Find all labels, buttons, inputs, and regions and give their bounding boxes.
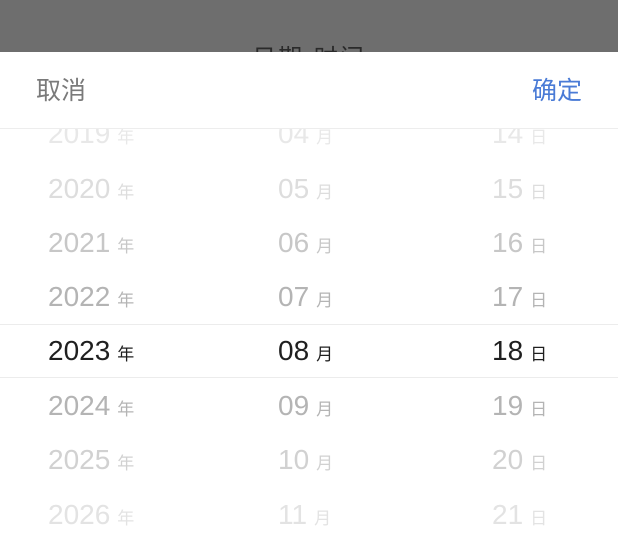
day-value: 19 bbox=[492, 390, 524, 421]
year-value: 2025 bbox=[48, 444, 111, 475]
month-value: 08 bbox=[278, 335, 310, 366]
month-unit: 月 bbox=[316, 345, 334, 365]
day-value: 16 bbox=[492, 227, 524, 258]
month-option-selected[interactable]: 08 月 bbox=[278, 324, 333, 378]
day-value: 15 bbox=[492, 173, 524, 204]
backdrop-overlay: 日期 时间 bbox=[0, 0, 618, 52]
day-value: 17 bbox=[492, 281, 524, 312]
year-option[interactable]: 2021 年 bbox=[48, 216, 134, 270]
day-value: 18 bbox=[492, 335, 524, 366]
year-unit: 年 bbox=[117, 509, 135, 529]
year-option[interactable]: 2020 年 bbox=[48, 162, 134, 216]
day-option[interactable]: 14 日 bbox=[492, 129, 547, 161]
year-option-selected[interactable]: 2023 年 bbox=[48, 324, 134, 378]
confirm-button[interactable]: 确定 bbox=[532, 73, 582, 109]
day-value: 14 bbox=[492, 129, 524, 149]
year-unit: 年 bbox=[117, 291, 135, 311]
year-value: 2021 bbox=[48, 227, 111, 258]
month-option[interactable]: 09 月 bbox=[278, 379, 333, 433]
day-unit: 日 bbox=[530, 183, 548, 203]
year-option[interactable]: 2025 年 bbox=[48, 433, 134, 487]
day-unit: 日 bbox=[530, 291, 548, 311]
day-unit: 日 bbox=[530, 345, 548, 365]
month-unit: 月 bbox=[316, 454, 334, 474]
year-value: 2026 bbox=[48, 499, 111, 530]
year-option[interactable]: 2022 年 bbox=[48, 270, 134, 324]
month-wheel[interactable]: 04 月 05 月 06 月 07 月 08 月 09 月 10 月 11 月 bbox=[206, 129, 412, 538]
month-option[interactable]: 11 月 bbox=[278, 488, 331, 538]
year-value: 2022 bbox=[48, 281, 111, 312]
year-unit: 年 bbox=[117, 183, 135, 203]
day-value: 20 bbox=[492, 444, 524, 475]
cancel-button[interactable]: 取消 bbox=[36, 73, 86, 109]
year-value: 2024 bbox=[48, 390, 111, 421]
day-unit: 日 bbox=[530, 237, 548, 257]
day-value: 21 bbox=[492, 499, 524, 530]
month-option[interactable]: 05 月 bbox=[278, 162, 333, 216]
year-option[interactable]: 2026 年 bbox=[48, 488, 134, 538]
year-unit: 年 bbox=[117, 454, 135, 474]
month-value: 07 bbox=[278, 281, 310, 312]
year-value: 2020 bbox=[48, 173, 111, 204]
year-unit: 年 bbox=[117, 400, 135, 420]
month-value: 10 bbox=[278, 444, 310, 475]
day-option[interactable]: 17 日 bbox=[492, 270, 547, 324]
month-value: 06 bbox=[278, 227, 310, 258]
year-wheel[interactable]: 2019 年 2020 年 2021 年 2022 年 2023 年 2024 年 2025… bbox=[0, 129, 206, 538]
day-unit: 日 bbox=[530, 454, 548, 474]
day-option[interactable]: 19 日 bbox=[492, 379, 547, 433]
day-option[interactable]: 16 日 bbox=[492, 216, 547, 270]
year-value: 2019 bbox=[48, 129, 111, 149]
year-option[interactable]: 2019 年 bbox=[48, 129, 134, 161]
day-option[interactable]: 20 日 bbox=[492, 433, 547, 487]
day-unit: 日 bbox=[530, 400, 548, 420]
month-unit: 月 bbox=[316, 291, 334, 311]
year-option[interactable]: 2024 年 bbox=[48, 379, 134, 433]
day-unit: 日 bbox=[530, 509, 548, 529]
month-unit: 月 bbox=[316, 237, 334, 257]
month-unit: 月 bbox=[314, 509, 332, 529]
date-picker-sheet: 取消 确定 2019 年 2020 年 2021 年 2022 年 2023 年 2024… bbox=[0, 52, 618, 538]
month-option[interactable]: 10 月 bbox=[278, 433, 333, 487]
day-option[interactable]: 15 日 bbox=[492, 162, 547, 216]
day-unit: 日 bbox=[530, 129, 548, 148]
year-unit: 年 bbox=[117, 345, 135, 365]
year-unit: 年 bbox=[117, 129, 135, 148]
backdrop-title: 日期 时间 bbox=[0, 38, 618, 52]
month-option[interactable]: 04 月 bbox=[278, 129, 333, 161]
year-value: 2023 bbox=[48, 335, 111, 366]
month-unit: 月 bbox=[316, 183, 334, 203]
month-value: 09 bbox=[278, 390, 310, 421]
month-unit: 月 bbox=[316, 129, 334, 148]
month-option[interactable]: 07 月 bbox=[278, 270, 333, 324]
day-option-selected[interactable]: 18 日 bbox=[492, 324, 547, 378]
month-value: 11 bbox=[278, 499, 308, 530]
picker-wheels: 2019 年 2020 年 2021 年 2022 年 2023 年 2024 年 2025… bbox=[0, 129, 618, 538]
month-option[interactable]: 06 月 bbox=[278, 216, 333, 270]
month-value: 05 bbox=[278, 173, 310, 204]
day-option[interactable]: 21 日 bbox=[492, 488, 547, 538]
year-unit: 年 bbox=[117, 237, 135, 257]
picker-toolbar: 取消 确定 bbox=[0, 52, 618, 129]
month-unit: 月 bbox=[316, 400, 334, 420]
day-wheel[interactable]: 14 日 15 日 16 日 17 日 18 日 19 日 20 日 21 日 bbox=[412, 129, 618, 538]
month-value: 04 bbox=[278, 129, 310, 149]
